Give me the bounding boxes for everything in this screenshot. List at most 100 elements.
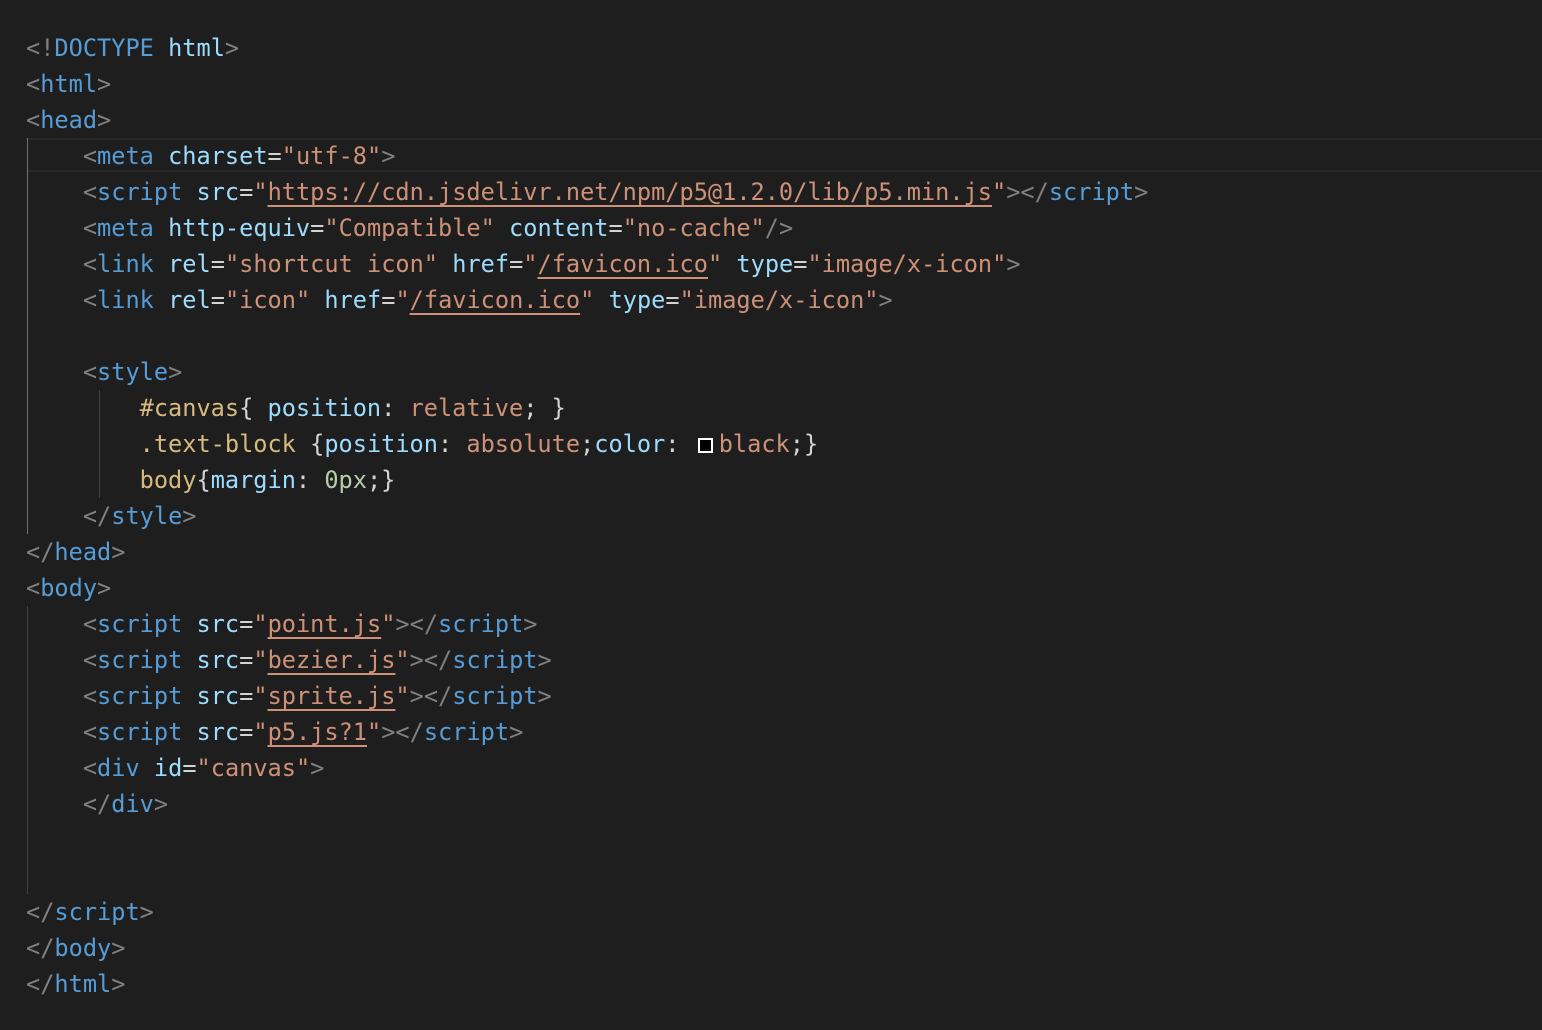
code-token: = [381,286,396,314]
code-token: ></ [381,718,424,746]
code-token: < [82,358,98,386]
code-line[interactable]: <meta charset="utf-8"> [26,138,396,174]
code-token: = [665,286,680,314]
code-token: content [509,214,609,242]
code-token: > [97,574,112,602]
code-line[interactable]: <link rel="icon" href="/favicon.ico" typ… [26,282,893,318]
code-token: = [239,718,254,746]
code-line[interactable]: </body> [26,930,125,966]
code-token: " [253,718,268,746]
code-token[interactable]: p5.js?1 [268,718,367,746]
code-line[interactable]: .text-block {position: absolute;color: b… [26,426,819,462]
code-token: > [878,286,893,314]
code-token: rel [168,250,211,278]
code-line[interactable]: <head> [26,102,111,138]
code-token: < [82,178,98,206]
code-token: type [736,250,794,278]
code-token: > [1134,178,1149,206]
code-token: = [239,646,254,674]
code-line[interactable]: body{margin: 0px;} [26,462,396,498]
code-token: > [168,358,183,386]
code-token: > [523,610,538,638]
code-line[interactable]: <script src="sprite.js"></script> [26,678,552,714]
code-token: < [82,718,98,746]
code-token: rel [168,286,211,314]
code-token: = [793,250,808,278]
code-token: < [26,106,41,134]
code-line[interactable]: <script src="point.js"></script> [26,606,538,642]
code-token[interactable]: sprite.js [268,682,396,710]
code-token[interactable]: /favicon.ico [538,250,708,278]
code-token: "shortcut icon" [224,250,439,278]
code-token: > [97,70,112,98]
code-line[interactable]: #canvas{ position: relative; } [26,390,566,426]
code-line[interactable]: <html> [26,66,111,102]
code-token: /> [764,214,794,242]
code-token: "canvas" [196,754,311,782]
code-token[interactable]: point.js [268,610,382,638]
code-token: = [182,754,197,782]
code-line[interactable]: <div id="canvas"> [26,750,325,786]
code-token: </ [26,898,55,926]
code-token: margin [210,466,296,494]
code-token: > [97,106,112,134]
code-line[interactable]: </style> [26,498,197,534]
code-token: < [82,646,98,674]
code-line[interactable]: <script src="p5.js?1"></script> [26,714,523,750]
code-token[interactable]: bezier.js [268,646,396,674]
code-token: div [111,790,154,818]
code-token: </ [82,790,112,818]
code-token: ></ [409,646,453,674]
code-line[interactable]: <body> [26,570,111,606]
code-token: div [97,754,140,782]
code-line[interactable]: </html> [26,966,125,1002]
code-token: .text-block [139,430,296,458]
code-line[interactable]: </script> [26,894,154,930]
code-line[interactable]: <script src="https://cdn.jsdelivr.net/np… [26,174,1148,210]
code-editor[interactable]: <!DOCTYPE html> <html> <head> <meta charse… [0,0,1542,1030]
code-token: : [437,430,467,458]
code-token: head [54,538,112,566]
code-token: = [310,214,325,242]
code-token: < [82,142,98,170]
code-token: ;} [366,466,396,494]
code-token: = [239,178,254,206]
code-token: " [395,682,410,710]
code-token: </ [26,538,55,566]
color-swatch-icon[interactable] [697,438,713,453]
code-token[interactable]: /favicon.ico [410,286,580,314]
code-line[interactable]: </div> [26,786,168,822]
code-line[interactable]: <!DOCTYPE html> [26,30,239,66]
code-token: " [395,646,410,674]
code-token: > [381,142,396,170]
code-token[interactable]: https://cdn.jsdelivr.net/npm/p5@1.2.0/li… [268,178,992,206]
code-token: " [381,610,396,638]
code-line[interactable]: <link rel="shortcut icon" href="/favicon… [26,246,1021,282]
code-token: script [438,610,524,638]
code-line[interactable]: <script src="bezier.js"></script> [26,642,552,678]
code-token: script [54,898,140,926]
code-line[interactable]: <meta http-equiv="Compatible" content="n… [26,210,793,246]
code-token: > [111,934,126,962]
code-token: > [182,502,197,530]
code-token: head [40,106,98,134]
code-line[interactable]: <style> [26,354,182,390]
code-token: = [267,142,282,170]
code-line[interactable]: </head> [26,534,125,570]
code-token: src [196,682,240,710]
code-token: "icon" [224,286,311,314]
code-token: " [523,250,538,278]
code-token: body [40,574,98,602]
code-token: > [537,682,552,710]
code-token: meta [97,142,154,170]
code-token: < [26,70,41,98]
